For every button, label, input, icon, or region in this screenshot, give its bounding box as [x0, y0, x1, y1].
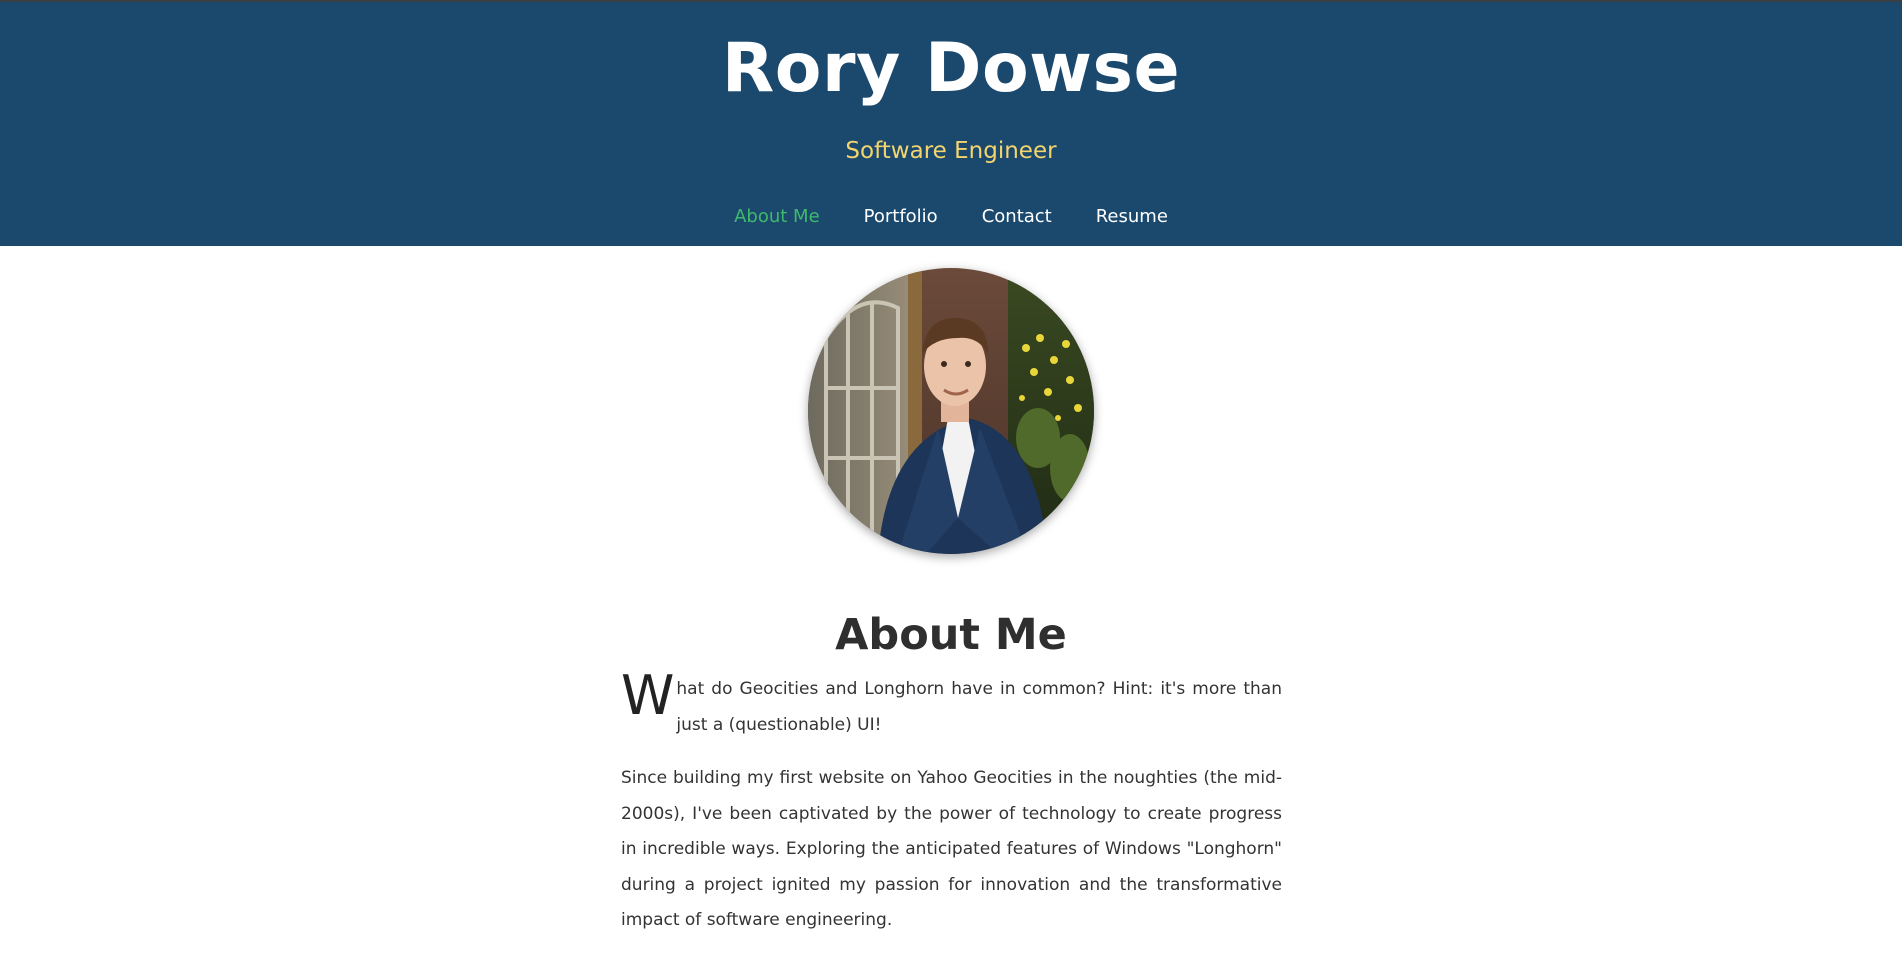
- nav-resume[interactable]: Resume: [1096, 201, 1168, 233]
- profile-photo: [808, 268, 1094, 554]
- site-title: Rory Dowse: [721, 29, 1181, 108]
- nav-portfolio[interactable]: Portfolio: [864, 201, 938, 233]
- nav-about-me[interactable]: About Me: [734, 201, 820, 233]
- site-subtitle: Software Engineer: [845, 138, 1057, 164]
- main-nav: About Me Portfolio Contact Resume: [0, 201, 1902, 233]
- intro-text: hat do Geocities and Longhorn have in co…: [676, 679, 1282, 735]
- site-header: Rory Dowse Software Engineer About Me Po…: [0, 2, 1902, 246]
- nav-contact[interactable]: Contact: [982, 201, 1052, 233]
- about-paragraph-2: Since building my first website on Yahoo…: [621, 768, 1282, 930]
- about-heading: About Me: [835, 610, 1067, 660]
- intro-paragraph: What do Geocities and Longhorn have in c…: [621, 664, 1282, 743]
- drop-cap: W: [621, 664, 675, 727]
- about-content: What do Geocities and Longhorn have in c…: [621, 664, 1282, 957]
